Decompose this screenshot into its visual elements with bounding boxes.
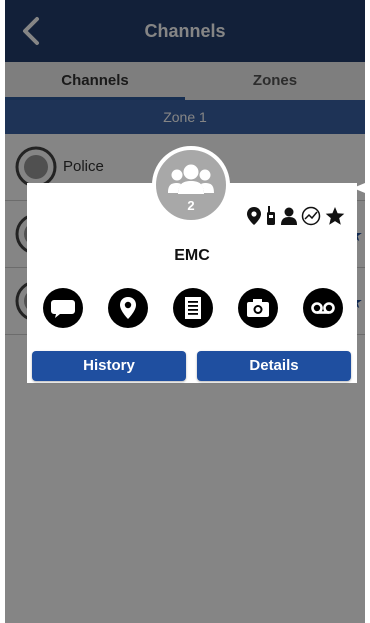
camera-button[interactable] (238, 288, 278, 328)
document-icon (185, 297, 201, 319)
document-button[interactable] (173, 288, 213, 328)
action-row (43, 288, 343, 328)
radio-icon (267, 206, 275, 225)
member-count: 2 (187, 198, 195, 213)
star-icon (325, 207, 345, 225)
person-icon (281, 207, 297, 225)
location-pin-icon (247, 207, 261, 225)
activity-icon (301, 206, 321, 226)
app-screen: Channels Channels Zones Zone 1 Police ★ (5, 0, 365, 623)
message-icon (51, 300, 75, 318)
voicemail-icon (311, 302, 335, 314)
contact-name: EMC (174, 247, 210, 264)
message-button[interactable] (43, 288, 83, 328)
voicemail-button[interactable] (303, 288, 343, 328)
group-avatar: 2 (152, 146, 230, 224)
history-button[interactable]: History (32, 351, 186, 381)
details-button[interactable]: Details (197, 351, 351, 381)
location-button[interactable] (108, 288, 148, 328)
location-icon (120, 297, 136, 319)
status-icons (247, 205, 345, 227)
camera-icon (247, 299, 269, 317)
